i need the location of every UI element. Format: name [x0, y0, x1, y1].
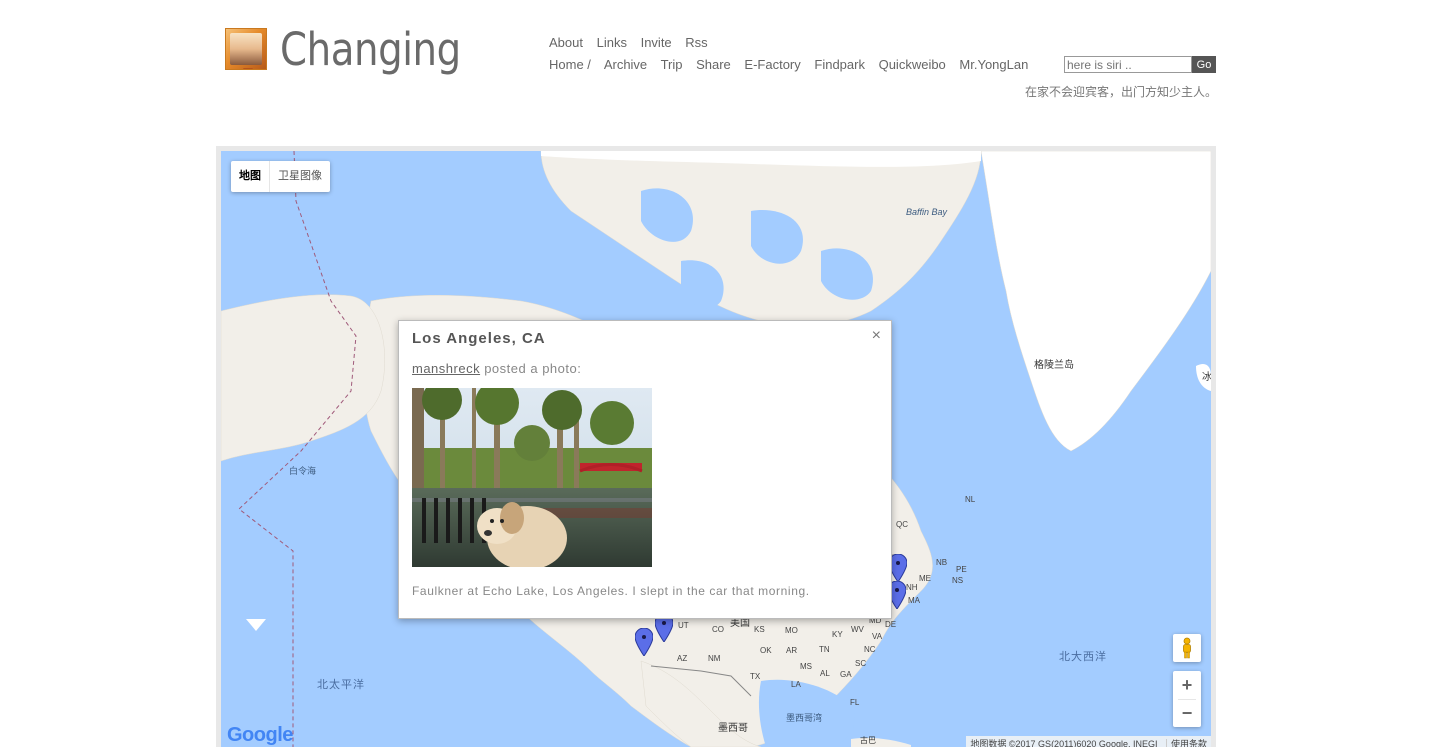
map-type-satellite-button[interactable]: 卫星图像: [270, 161, 330, 192]
map-type-map-button[interactable]: 地图: [231, 161, 270, 192]
search-go-button[interactable]: Go: [1192, 56, 1216, 73]
state-label: ME: [919, 574, 931, 583]
info-window-photo[interactable]: [412, 388, 652, 567]
state-label: FL: [850, 698, 860, 707]
state-label: NC: [864, 645, 876, 654]
info-window-tail: [246, 619, 266, 631]
site-motto: 在家不会迎宾客，出门方知少主人。: [1024, 85, 1217, 99]
pegman-icon: [1183, 637, 1191, 659]
map-type-control: 地图 卫星图像: [231, 161, 330, 192]
site-logo[interactable]: [225, 28, 267, 70]
top-nav: About Links Invite Rss: [549, 35, 718, 50]
nav-share[interactable]: Share: [696, 57, 731, 72]
zoom-in-button[interactable]: +: [1173, 671, 1201, 699]
photo-user-link[interactable]: manshreck: [412, 361, 480, 376]
search-input[interactable]: [1064, 56, 1192, 73]
map-marker[interactable]: [635, 628, 653, 656]
state-label: VA: [872, 632, 883, 641]
state-label: NL: [965, 495, 976, 504]
label-greenland: 格陵兰岛: [1034, 360, 1074, 371]
state-label: OK: [760, 646, 772, 655]
zoom-out-button[interactable]: −: [1173, 700, 1201, 727]
nav-trip[interactable]: Trip: [661, 57, 683, 72]
main-nav: Home / Archive Trip Share E-Factory Find…: [549, 57, 1038, 72]
info-window-caption: Faulkner at Echo Lake, Los Angeles. I sl…: [412, 584, 810, 598]
state-label: MA: [908, 596, 920, 605]
state-label: AL: [820, 669, 830, 678]
map-attribution: 地图数据 ©2017 GS(2011)6020 Google, INEGI 使用…: [966, 736, 1211, 747]
label-baffin-bay: Baffin Bay: [906, 207, 948, 217]
nav-efactory[interactable]: E-Factory: [744, 57, 800, 72]
state-label: GA: [840, 670, 852, 679]
state-label: TN: [819, 645, 830, 654]
greenland-landmass: [980, 151, 1211, 452]
label-mexico: 墨西哥: [718, 723, 748, 734]
info-window: × Los Angeles, CA manshreck posted a pho…: [398, 320, 892, 619]
nav-findpark[interactable]: Findpark: [814, 57, 865, 72]
label-iceland: 冰: [1202, 372, 1211, 383]
state-label: SC: [855, 659, 867, 668]
nav-home[interactable]: Home /: [549, 57, 591, 72]
state-label: PE: [956, 565, 967, 574]
label-bering-sea: 白令海: [289, 466, 317, 476]
state-label: NS: [952, 576, 964, 585]
state-label: MS: [800, 662, 812, 671]
posted-text: posted a photo:: [484, 361, 582, 376]
terms-link[interactable]: 使用条款: [1165, 739, 1207, 747]
echo-lake-photo: [412, 388, 652, 567]
zoom-control: + −: [1173, 671, 1201, 727]
close-icon[interactable]: ×: [872, 327, 881, 345]
nav-invite[interactable]: Invite: [641, 35, 672, 50]
state-label: NM: [708, 654, 721, 663]
label-gulf-of-mexico: 墨西哥湾: [786, 713, 823, 723]
state-label: KY: [832, 630, 843, 639]
state-label: KS: [754, 625, 765, 634]
label-north-atlantic: 北大西洋: [1059, 651, 1107, 663]
alaska-landmass: [221, 294, 385, 462]
state-label: NB: [936, 558, 948, 567]
site-title[interactable]: Changing: [280, 22, 461, 78]
state-label: CO: [712, 625, 724, 634]
state-label: MO: [785, 626, 798, 635]
state-label: TX: [750, 672, 761, 681]
google-logo-text: Google: [227, 724, 293, 746]
state-label: AZ: [677, 654, 688, 663]
attribution-text: 地图数据 ©2017 GS(2011)6020 Google, INEGI: [970, 739, 1158, 747]
nav-quickweibo[interactable]: Quickweibo: [879, 57, 946, 72]
state-label: LA: [791, 680, 801, 689]
state-label: WV: [851, 625, 864, 634]
label-cuba: 古巴: [860, 736, 876, 745]
google-logo[interactable]: Google: [227, 724, 293, 747]
state-label: QC: [896, 520, 908, 529]
info-window-title: Los Angeles, CA: [412, 330, 546, 347]
nav-links[interactable]: Links: [597, 35, 627, 50]
street-view-pegman[interactable]: [1173, 634, 1201, 662]
state-label: AR: [786, 646, 798, 655]
state-label: NH: [906, 583, 918, 592]
label-north-pacific: 北太平洋: [317, 679, 365, 691]
info-window-byline: manshreck posted a photo:: [412, 361, 581, 376]
nav-archive[interactable]: Archive: [604, 57, 647, 72]
nav-mryonglan[interactable]: Mr.YongLan: [959, 57, 1028, 72]
nav-about[interactable]: About: [549, 35, 583, 50]
nav-rss[interactable]: Rss: [685, 35, 707, 50]
state-label: DE: [885, 620, 897, 629]
state-label: UT: [678, 621, 689, 630]
